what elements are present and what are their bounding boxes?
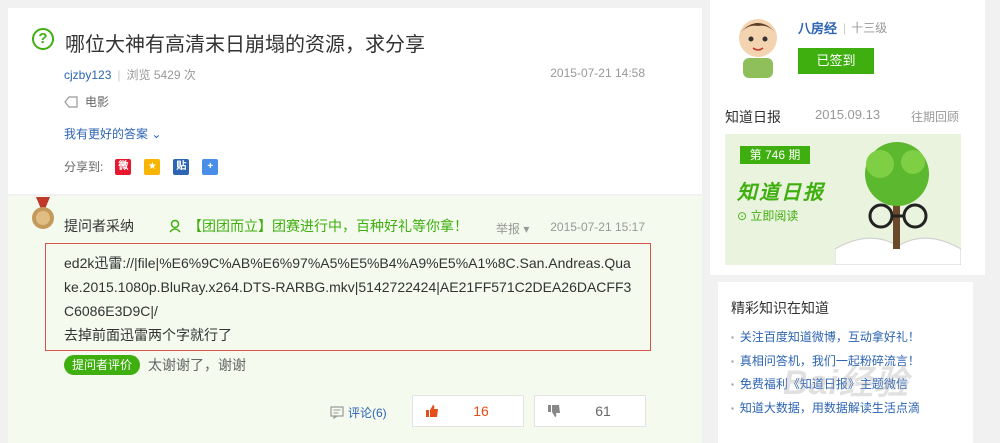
tieba-share-icon[interactable]: 贴	[173, 158, 190, 175]
signed-in-button[interactable]: 已签到	[798, 48, 874, 74]
asker-username[interactable]: cjzby123	[64, 68, 111, 82]
question-date: 2015-07-21 14:58	[550, 66, 645, 80]
tag-icon	[64, 95, 78, 108]
avatar[interactable]	[728, 12, 788, 80]
comment-icon	[330, 406, 344, 419]
promo-text: 【团团而立】团赛进行中，百种好礼等你拿！	[188, 218, 468, 234]
share-label: 分享到:	[64, 160, 104, 174]
report-button[interactable]: 举报 ▾	[496, 220, 529, 237]
question-tag[interactable]: 电影	[85, 93, 109, 110]
accepted-answer-heading: 提问者采纳	[64, 218, 134, 234]
thumbs-up-icon	[426, 405, 438, 417]
answer-date: 2015-07-21 15:17	[550, 220, 645, 234]
upvote-count: 16	[473, 403, 489, 419]
profile-level: | 十三级	[843, 21, 888, 35]
more-share-icon[interactable]: +	[202, 158, 219, 175]
comment-count: 评论(6)	[348, 406, 387, 420]
featured-item[interactable]: 关注百度知道微博，互动拿好礼！	[731, 326, 920, 350]
better-answer-link[interactable]: 我有更好的答案 ⌄	[64, 125, 161, 142]
answer-link-text: ed2k迅雷://|file|%E6%9C%AB%E6%97%A5%E5%B4%…	[64, 255, 632, 319]
daily-title: 知道日报	[725, 109, 781, 125]
team-icon	[169, 219, 181, 233]
user-profile-card: 八房经 | 十三级 已签到	[710, 0, 985, 95]
question-card: ? 哪位大神有高清末日崩塌的资源，求分享 cjzby123 | 浏览 5429 次 …	[8, 8, 702, 194]
weibo-share-icon[interactable]: 微	[115, 158, 132, 175]
view-count: 浏览 5429 次	[126, 68, 196, 82]
daily-report-card: 知道日报 2015.09.13 往期回顾 第 746 期 知道日报 ⊙ 立即阅读	[710, 95, 985, 275]
question-title: 哪位大神有高清末日崩塌的资源，求分享	[65, 34, 425, 56]
answer-note-text: 去掉前面迅雷两个字就行了	[64, 327, 232, 343]
past-issues-link[interactable]: 往期回顾	[911, 108, 959, 125]
asker-rating-badge: 提问者评价	[64, 355, 141, 375]
daily-date: 2015.09.13	[815, 107, 881, 122]
question-mark-icon: ?	[32, 28, 54, 50]
asker-rating-row: 提问者评价 太谢谢了，谢谢	[64, 355, 246, 375]
share-row: 分享到: 微 ★ 贴 +	[64, 158, 219, 175]
baidu-jingyan-watermark: Bai经验	[783, 364, 909, 402]
question-meta: cjzby123 | 浏览 5429 次	[64, 68, 196, 82]
asker-rating-text: 太谢谢了，谢谢	[148, 357, 247, 373]
thumbs-down-icon	[548, 405, 560, 417]
profile-username[interactable]: 八房经	[798, 18, 837, 37]
tag-row: 电影	[64, 93, 109, 110]
tree-book-illustration	[835, 142, 961, 265]
featured-title: 精彩知识在知道	[731, 300, 829, 316]
qzone-share-icon[interactable]: ★	[144, 158, 161, 175]
answer-content: ed2k迅雷://|file|%E6%9C%AB%E6%97%A5%E5%B4%…	[45, 243, 651, 351]
banner-title: 知道日报	[737, 182, 825, 204]
upvote-button[interactable]: 16	[412, 395, 524, 427]
daily-banner[interactable]: 第 746 期 知道日报 ⊙ 立即阅读	[725, 134, 961, 265]
promo-link[interactable]: 【团团而立】团赛进行中，百种好礼等你拿！	[168, 216, 468, 236]
issue-number: 第 746 期	[740, 146, 810, 164]
accepted-answer-card: 提问者采纳 【团团而立】团赛进行中，百种好礼等你拿！ 举报 ▾ 2015-07-…	[8, 196, 702, 443]
read-now-link[interactable]: ⊙ 立即阅读	[737, 207, 798, 224]
comment-button[interactable]: 评论(6)	[330, 404, 387, 421]
downvote-count: 61	[595, 403, 611, 419]
downvote-button[interactable]: 61	[534, 395, 646, 427]
medal-icon	[32, 197, 54, 229]
